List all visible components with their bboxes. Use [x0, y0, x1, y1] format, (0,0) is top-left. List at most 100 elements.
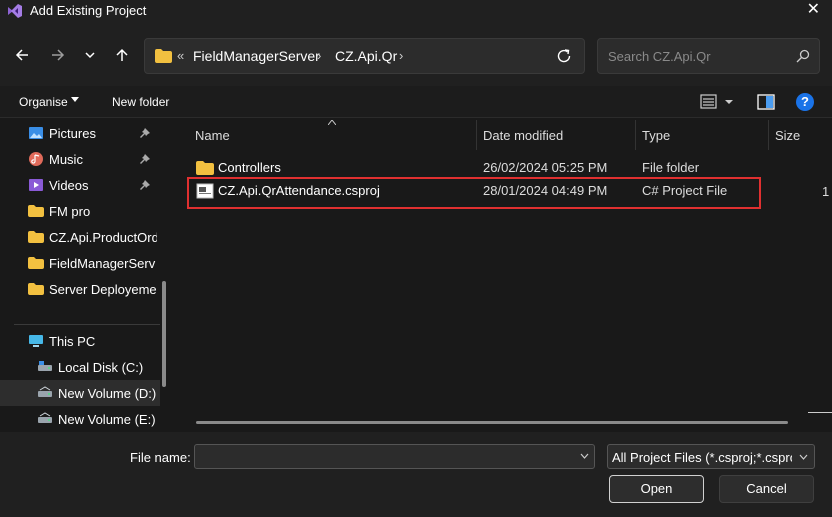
file-name-label: File name: [130, 450, 191, 465]
folder-icon [28, 257, 44, 269]
column-header-date-modified[interactable]: Date modified [483, 128, 563, 143]
folder-icon [28, 205, 44, 217]
column-header-type[interactable]: Type [642, 128, 670, 143]
sidebar-item-fm-pro[interactable]: FM pro [0, 198, 160, 224]
sidebar-item-label: This PC [49, 334, 96, 349]
title-bar: Add Existing Project ✕ [0, 0, 832, 22]
navigation-bar: « FieldManagerServer › CZ.Api.Qr › Searc… [0, 22, 832, 86]
sidebar-item-cz-api-productord[interactable]: CZ.Api.ProductOrd [0, 224, 160, 250]
scroll-corner [808, 412, 832, 413]
back-button[interactable] [10, 43, 34, 67]
breadcrumb-separator[interactable]: › [399, 48, 403, 63]
sidebar-item-fieldmanagerserv[interactable]: FieldManagerServ [0, 250, 160, 276]
file-name-input[interactable] [194, 444, 595, 469]
sidebar-item-label: FM pro [49, 204, 91, 219]
folder-icon [28, 231, 44, 243]
column-header-size[interactable]: Size [775, 128, 800, 143]
sidebar-item-new-volume-d[interactable]: New Volume (D:) [0, 380, 160, 406]
sidebar-divider [14, 324, 160, 325]
table-row[interactable]: Controllers 26/02/2024 05:25 PM File fol… [188, 157, 760, 179]
sidebar-scrollbar[interactable] [162, 281, 166, 387]
filter-value: All Project Files (*.csproj;*.csproj [612, 450, 792, 465]
chevron-down-icon [799, 454, 808, 460]
sidebar-item-this-pc[interactable]: This PC [0, 328, 160, 354]
address-bar[interactable]: « FieldManagerServer › CZ.Api.Qr › [144, 38, 585, 74]
sidebar-item-label: New Volume (D:) [58, 386, 157, 401]
breadcrumb-separator[interactable]: › [317, 48, 321, 63]
file-list: Name Date modified Type Size Controllers… [176, 118, 832, 432]
column-header-name[interactable]: Name [195, 128, 230, 143]
organise-menu[interactable]: Organise [19, 95, 68, 109]
search-icon [796, 49, 810, 63]
sort-ascending-icon [328, 120, 336, 125]
sidebar-item-label: Music [49, 152, 83, 167]
sidebar-item-label: Local Disk (C:) [58, 360, 144, 375]
file-name: Controllers [218, 160, 281, 175]
column-separator[interactable] [635, 120, 636, 150]
videos-icon [29, 179, 43, 191]
search-placeholder: Search CZ.Api.Qr [608, 49, 711, 64]
sidebar-item-server-deployeme[interactable]: Server Deployeme [0, 276, 160, 302]
folder-icon [155, 49, 172, 63]
arrow-left-icon [15, 49, 28, 61]
refresh-icon[interactable] [555, 47, 573, 65]
arrow-up-icon [116, 48, 128, 61]
dialog-footer: File name: All Project Files (*.csproj;*… [0, 432, 832, 517]
command-toolbar: Organise New folder ? [0, 86, 832, 118]
sidebar-item-label: CZ.Api.ProductOrd [49, 230, 157, 245]
file-date: 26/02/2024 05:25 PM [483, 160, 608, 175]
up-button[interactable] [110, 43, 134, 67]
new-folder-button[interactable]: New folder [112, 95, 169, 109]
sidebar-item-local-disk-c[interactable]: Local Disk (C:) [0, 354, 160, 380]
file-name: CZ.Api.QrAttendance.csproj [218, 183, 380, 198]
arrow-right-icon [52, 49, 65, 61]
drive-icon [38, 412, 52, 423]
file-date: 28/01/2024 04:49 PM [483, 183, 608, 198]
forward-button[interactable] [46, 43, 70, 67]
sidebar-item-label: FieldManagerServ [49, 256, 156, 271]
file-type-filter[interactable]: All Project Files (*.csproj;*.csproj [607, 444, 815, 469]
sidebar-item-label: Pictures [49, 126, 96, 141]
chevron-down-icon[interactable] [580, 453, 589, 459]
view-options-icon[interactable] [700, 93, 738, 111]
computer-icon [29, 335, 43, 347]
column-separator[interactable] [476, 120, 477, 150]
sidebar-item-new-volume-e[interactable]: New Volume (E:) [0, 406, 160, 432]
music-icon [29, 152, 43, 166]
help-button[interactable]: ? [796, 93, 814, 111]
pin-icon[interactable] [140, 128, 150, 138]
preview-pane-icon[interactable] [757, 94, 775, 110]
breadcrumb-segment[interactable]: CZ.Api.Qr [335, 48, 397, 64]
caret-down-icon[interactable] [71, 97, 79, 103]
folder-icon [28, 283, 44, 295]
drive-icon [38, 361, 52, 371]
sidebar-item-pictures[interactable]: Pictures [0, 120, 160, 146]
breadcrumb-segment[interactable]: FieldManagerServer [193, 48, 320, 64]
cancel-button[interactable]: Cancel [719, 475, 814, 503]
open-button[interactable]: Open [609, 475, 704, 503]
sidebar-item-videos[interactable]: Videos [0, 172, 160, 198]
horizontal-scrollbar[interactable] [196, 421, 788, 424]
navigation-pane: Pictures Music Videos FM pro CZ.Api.Prod… [0, 118, 176, 432]
pictures-icon [29, 127, 43, 139]
project-file-icon [196, 183, 214, 199]
file-type: C# Project File [642, 183, 728, 198]
sidebar-item-music[interactable]: Music [0, 146, 160, 172]
file-size-truncated: 1 [822, 184, 830, 199]
column-separator[interactable] [768, 120, 769, 150]
close-button[interactable]: ✕ [807, 2, 820, 18]
chevron-down-icon [85, 52, 95, 59]
address-overflow[interactable]: « [177, 48, 184, 63]
sidebar-item-label: Videos [49, 178, 89, 193]
window-title: Add Existing Project [30, 3, 147, 18]
table-row[interactable]: CZ.Api.QrAttendance.csproj 28/01/2024 04… [188, 180, 760, 202]
recent-locations-button[interactable] [78, 43, 102, 67]
pin-icon[interactable] [140, 180, 150, 190]
search-box[interactable]: Search CZ.Api.Qr [597, 38, 820, 74]
folder-icon [196, 161, 214, 175]
sidebar-item-label: New Volume (E:) [58, 412, 156, 427]
visual-studio-icon [8, 4, 22, 18]
sidebar-item-label: Server Deployeme [49, 282, 157, 297]
pin-icon[interactable] [140, 154, 150, 164]
file-type: File folder [642, 160, 700, 175]
